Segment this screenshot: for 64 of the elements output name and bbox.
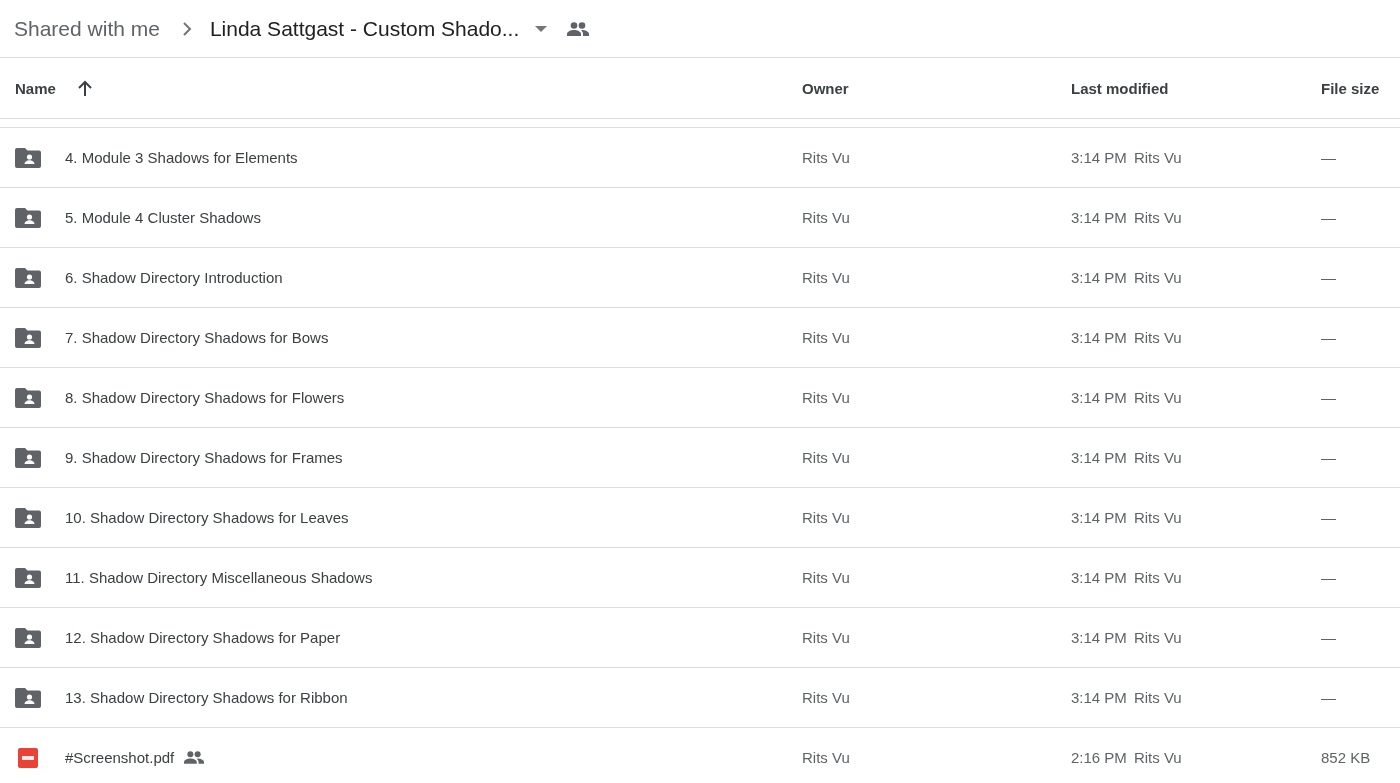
file-name[interactable]: 6. Shadow Directory Introduction	[65, 269, 283, 286]
modifier-name: Rits Vu	[1133, 509, 1182, 526]
file-name[interactable]: 8. Shadow Directory Shadows for Flowers	[65, 389, 345, 406]
owner-name: Rits Vu	[802, 568, 850, 586]
column-header[interactable]: Owner	[802, 79, 849, 97]
folder-title-button[interactable]: Linda Sattgast - Custom Shado...	[209, 16, 520, 41]
owner-name: Rits Vu	[802, 628, 850, 646]
modified-time: 3:14 PM	[1071, 629, 1127, 646]
file-size: —	[1321, 568, 1336, 586]
column-header[interactable]: Name	[15, 79, 56, 97]
file-name[interactable]: 12. Shadow Directory Shadows for Paper	[65, 629, 341, 646]
file-name[interactable]: 4. Module 3 Shadows for Elements	[65, 149, 298, 166]
column-header[interactable]: File size	[1321, 79, 1380, 97]
owner-name: Rits Vu	[802, 508, 850, 526]
modifier-name: Rits Vu	[1133, 149, 1182, 166]
modified-time: 3:14 PM	[1071, 509, 1127, 526]
modified-time: 2:16 PM	[1071, 749, 1127, 766]
owner-name: Rits Vu	[802, 268, 850, 286]
modifier-name: Rits Vu	[1133, 329, 1182, 346]
file-size: —	[1321, 388, 1336, 406]
column-header[interactable]: Last modified	[1071, 79, 1169, 97]
file-name[interactable]: 7. Shadow Directory Shadows for Bows	[65, 329, 329, 346]
breadcrumb-link[interactable]: Shared with me	[14, 16, 160, 41]
owner-name: Rits Vu	[802, 688, 850, 706]
modifier-name: Rits Vu	[1133, 449, 1182, 466]
modified-time: 3:14 PM	[1071, 689, 1127, 706]
sort-arrow-icon[interactable]	[77, 80, 92, 96]
file-size: 852 KB	[1321, 748, 1371, 766]
owner-name: Rits Vu	[802, 388, 850, 406]
file-name[interactable]: 5. Module 4 Cluster Shadows	[65, 209, 261, 226]
file-size: —	[1321, 448, 1336, 466]
modifier-name: Rits Vu	[1133, 209, 1182, 226]
file-size: —	[1321, 508, 1336, 526]
modifier-name: Rits Vu	[1133, 569, 1182, 586]
file-size: —	[1321, 328, 1336, 346]
modified-time: 3:14 PM	[1071, 149, 1127, 166]
owner-name: Rits Vu	[802, 748, 850, 766]
file-name[interactable]: 13. Shadow Directory Shadows for Ribbon	[65, 689, 348, 706]
file-size: —	[1321, 628, 1336, 646]
modified-time: 3:14 PM	[1071, 569, 1127, 586]
modified-time: 3:14 PM	[1071, 269, 1127, 286]
file-name[interactable]: 10. Shadow Directory Shadows for Leaves	[65, 509, 349, 526]
file-name[interactable]: 9. Shadow Directory Shadows for Frames	[65, 449, 343, 466]
modified-time: 3:14 PM	[1071, 329, 1127, 346]
modified-time: 3:14 PM	[1071, 389, 1127, 406]
modifier-name: Rits Vu	[1133, 689, 1182, 706]
modified-time: 3:14 PM	[1071, 449, 1127, 466]
file-size: —	[1321, 688, 1336, 706]
caret-icon[interactable]	[535, 25, 548, 32]
file-name[interactable]: #Screenshot.pdf	[65, 749, 175, 766]
owner-name: Rits Vu	[802, 328, 850, 346]
file-name[interactable]: 11. Shadow Directory Miscellaneous Shadows	[65, 569, 373, 586]
file-size: —	[1321, 268, 1336, 286]
file-size: —	[1321, 148, 1336, 166]
owner-name: Rits Vu	[802, 208, 850, 226]
owner-name: Rits Vu	[802, 148, 850, 166]
modifier-name: Rits Vu	[1133, 749, 1182, 766]
modifier-name: Rits Vu	[1133, 389, 1182, 406]
modifier-name: Rits Vu	[1133, 269, 1182, 286]
modified-time: 3:14 PM	[1071, 209, 1127, 226]
file-size: —	[1321, 208, 1336, 226]
chevron-right-icon	[181, 21, 192, 36]
modifier-name: Rits Vu	[1133, 629, 1182, 646]
owner-name: Rits Vu	[802, 448, 850, 466]
